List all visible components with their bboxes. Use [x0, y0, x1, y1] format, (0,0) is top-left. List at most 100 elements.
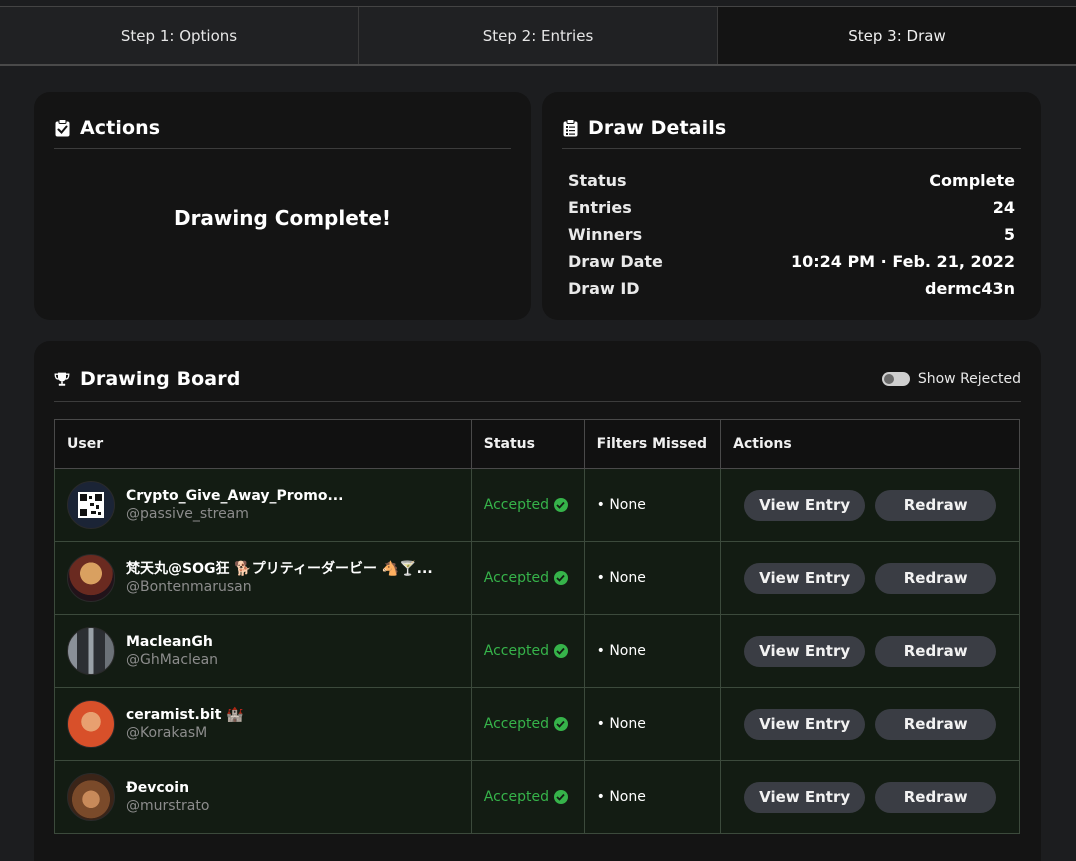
detail-value: 24: [992, 198, 1015, 217]
user-handle[interactable]: @KorakasM: [126, 724, 244, 742]
table-row: Ðevcoin @murstrato Accepted • None View …: [54, 760, 1020, 834]
check-circle-icon: [553, 571, 568, 585]
user-handle[interactable]: @murstrato: [126, 797, 209, 815]
user-handle[interactable]: @GhMaclean: [126, 651, 218, 669]
drawing-board-table: User Status Filters Missed Actions Crypt…: [54, 419, 1020, 834]
redraw-button[interactable]: Redraw: [875, 562, 997, 594]
view-entry-button[interactable]: View Entry: [744, 562, 866, 594]
status-cell: Accepted: [470, 687, 585, 761]
status-text: Accepted: [483, 497, 549, 513]
status-badge: Accepted: [484, 497, 568, 513]
check-circle-icon: [553, 498, 568, 512]
view-entry-button[interactable]: View Entry: [744, 781, 866, 813]
user-display-name[interactable]: ceramist.bit 🏰: [126, 706, 244, 724]
actions-cell: View Entry Redraw: [720, 687, 1020, 761]
table-row: ceramist.bit 🏰 @KorakasM Accepted • None…: [54, 687, 1020, 761]
status-text: Accepted: [483, 643, 549, 659]
detail-draw-date: Draw Date 10:24 PM · Feb. 21, 2022: [568, 248, 1015, 275]
detail-label: Draw ID: [568, 279, 640, 298]
detail-value: Complete: [929, 171, 1015, 190]
user-display-name[interactable]: Crypto_Give_Away_Promo...: [126, 487, 343, 505]
status-badge: Accepted: [484, 643, 568, 659]
show-rejected-toggle[interactable]: Show Rejected: [881, 371, 1021, 387]
column-actions: Actions: [720, 419, 1020, 469]
user-cell: 梵天丸@SOG狂 🐕プリティーダービー 🐴🍸... @Bontenmarusan: [54, 541, 472, 615]
drawing-board-header: Drawing Board Show Rejected: [54, 356, 1021, 402]
user-display-name[interactable]: Ðevcoin: [126, 779, 209, 797]
redraw-button[interactable]: Redraw: [875, 781, 997, 813]
step-tabs: Step 1: Options Step 2: Entries Step 3: …: [0, 7, 1076, 66]
draw-details-list: Status Complete Entries 24 Winners 5 Dra…: [568, 167, 1015, 302]
actions-header: Actions: [54, 107, 511, 149]
filters-missed-value: • None: [596, 716, 646, 732]
tab-step-entries[interactable]: Step 2: Entries: [359, 7, 718, 64]
draw-details-title: Draw Details: [588, 116, 727, 139]
table-row: 梵天丸@SOG狂 🐕プリティーダービー 🐴🍸... @Bontenmarusan…: [54, 541, 1020, 615]
table-header-row: User Status Filters Missed Actions: [54, 419, 1020, 469]
user-cell: Ðevcoin @murstrato: [54, 760, 472, 834]
filters-cell: • None: [583, 760, 722, 834]
status-text: Accepted: [483, 570, 549, 586]
detail-status: Status Complete: [568, 167, 1015, 194]
redraw-button[interactable]: Redraw: [875, 635, 997, 667]
status-badge: Accepted: [484, 570, 568, 586]
tab-step-options[interactable]: Step 1: Options: [0, 7, 359, 64]
actions-title: Actions: [80, 116, 161, 139]
detail-value: 5: [1003, 225, 1015, 244]
check-circle-icon: [553, 717, 568, 731]
actions-card: Actions Drawing Complete!: [34, 92, 531, 320]
status-cell: Accepted: [470, 468, 585, 542]
user-handle[interactable]: @passive_stream: [126, 505, 343, 523]
redraw-button[interactable]: Redraw: [875, 708, 997, 740]
filters-missed-value: • None: [596, 789, 646, 805]
detail-label: Draw Date: [568, 252, 663, 271]
column-status: Status: [470, 419, 585, 469]
view-entry-button[interactable]: View Entry: [744, 635, 866, 667]
detail-winners: Winners 5: [568, 221, 1015, 248]
table-row: Crypto_Give_Away_Promo... @passive_strea…: [54, 468, 1020, 542]
actions-cell: View Entry Redraw: [720, 760, 1020, 834]
avatar[interactable]: [67, 554, 115, 602]
column-filters-missed: Filters Missed: [583, 419, 722, 469]
toggle-switch[interactable]: [881, 371, 910, 386]
filters-cell: • None: [583, 614, 722, 688]
status-cell: Accepted: [470, 541, 585, 615]
status-text: Accepted: [483, 716, 549, 732]
user-display-name[interactable]: 梵天丸@SOG狂 🐕プリティーダービー 🐴🍸...: [126, 560, 433, 578]
avatar[interactable]: [67, 700, 115, 748]
redraw-button[interactable]: Redraw: [875, 489, 997, 521]
filters-missed-value: • None: [596, 497, 646, 513]
user-cell: ceramist.bit 🏰 @KorakasM: [54, 687, 472, 761]
clipboard-list-icon: [562, 118, 578, 137]
detail-entries: Entries 24: [568, 194, 1015, 221]
status-badge: Accepted: [484, 789, 568, 805]
detail-value: 10:24 PM · Feb. 21, 2022: [790, 252, 1015, 271]
table-row: MacleanGh @GhMaclean Accepted • None Vie…: [54, 614, 1020, 688]
filters-cell: • None: [583, 541, 722, 615]
toggle-knob: [883, 373, 894, 384]
actions-cell: View Entry Redraw: [720, 468, 1020, 542]
filters-missed-value: • None: [596, 643, 646, 659]
drawing-board-title: Drawing Board: [80, 367, 241, 390]
drawing-board-card: Drawing Board Show Rejected User Status …: [34, 341, 1041, 861]
view-entry-button[interactable]: View Entry: [744, 489, 866, 521]
detail-label: Winners: [568, 225, 643, 244]
status-cell: Accepted: [470, 614, 585, 688]
avatar[interactable]: [67, 627, 115, 675]
avatar[interactable]: [67, 481, 115, 529]
status-cell: Accepted: [470, 760, 585, 834]
avatar[interactable]: [67, 773, 115, 821]
user-handle[interactable]: @Bontenmarusan: [126, 578, 433, 596]
detail-draw-id: Draw ID dermc43n: [568, 275, 1015, 302]
view-entry-button[interactable]: View Entry: [744, 708, 866, 740]
actions-cell: View Entry Redraw: [720, 541, 1020, 615]
draw-details-header: Draw Details: [562, 107, 1021, 149]
clipboard-check-icon: [54, 118, 70, 137]
tab-step-draw[interactable]: Step 3: Draw: [718, 7, 1076, 64]
check-circle-icon: [553, 790, 568, 804]
actions-cell: View Entry Redraw: [720, 614, 1020, 688]
detail-label: Entries: [568, 198, 632, 217]
check-circle-icon: [553, 644, 568, 658]
user-display-name[interactable]: MacleanGh: [126, 633, 218, 651]
trophy-icon: [54, 370, 70, 388]
